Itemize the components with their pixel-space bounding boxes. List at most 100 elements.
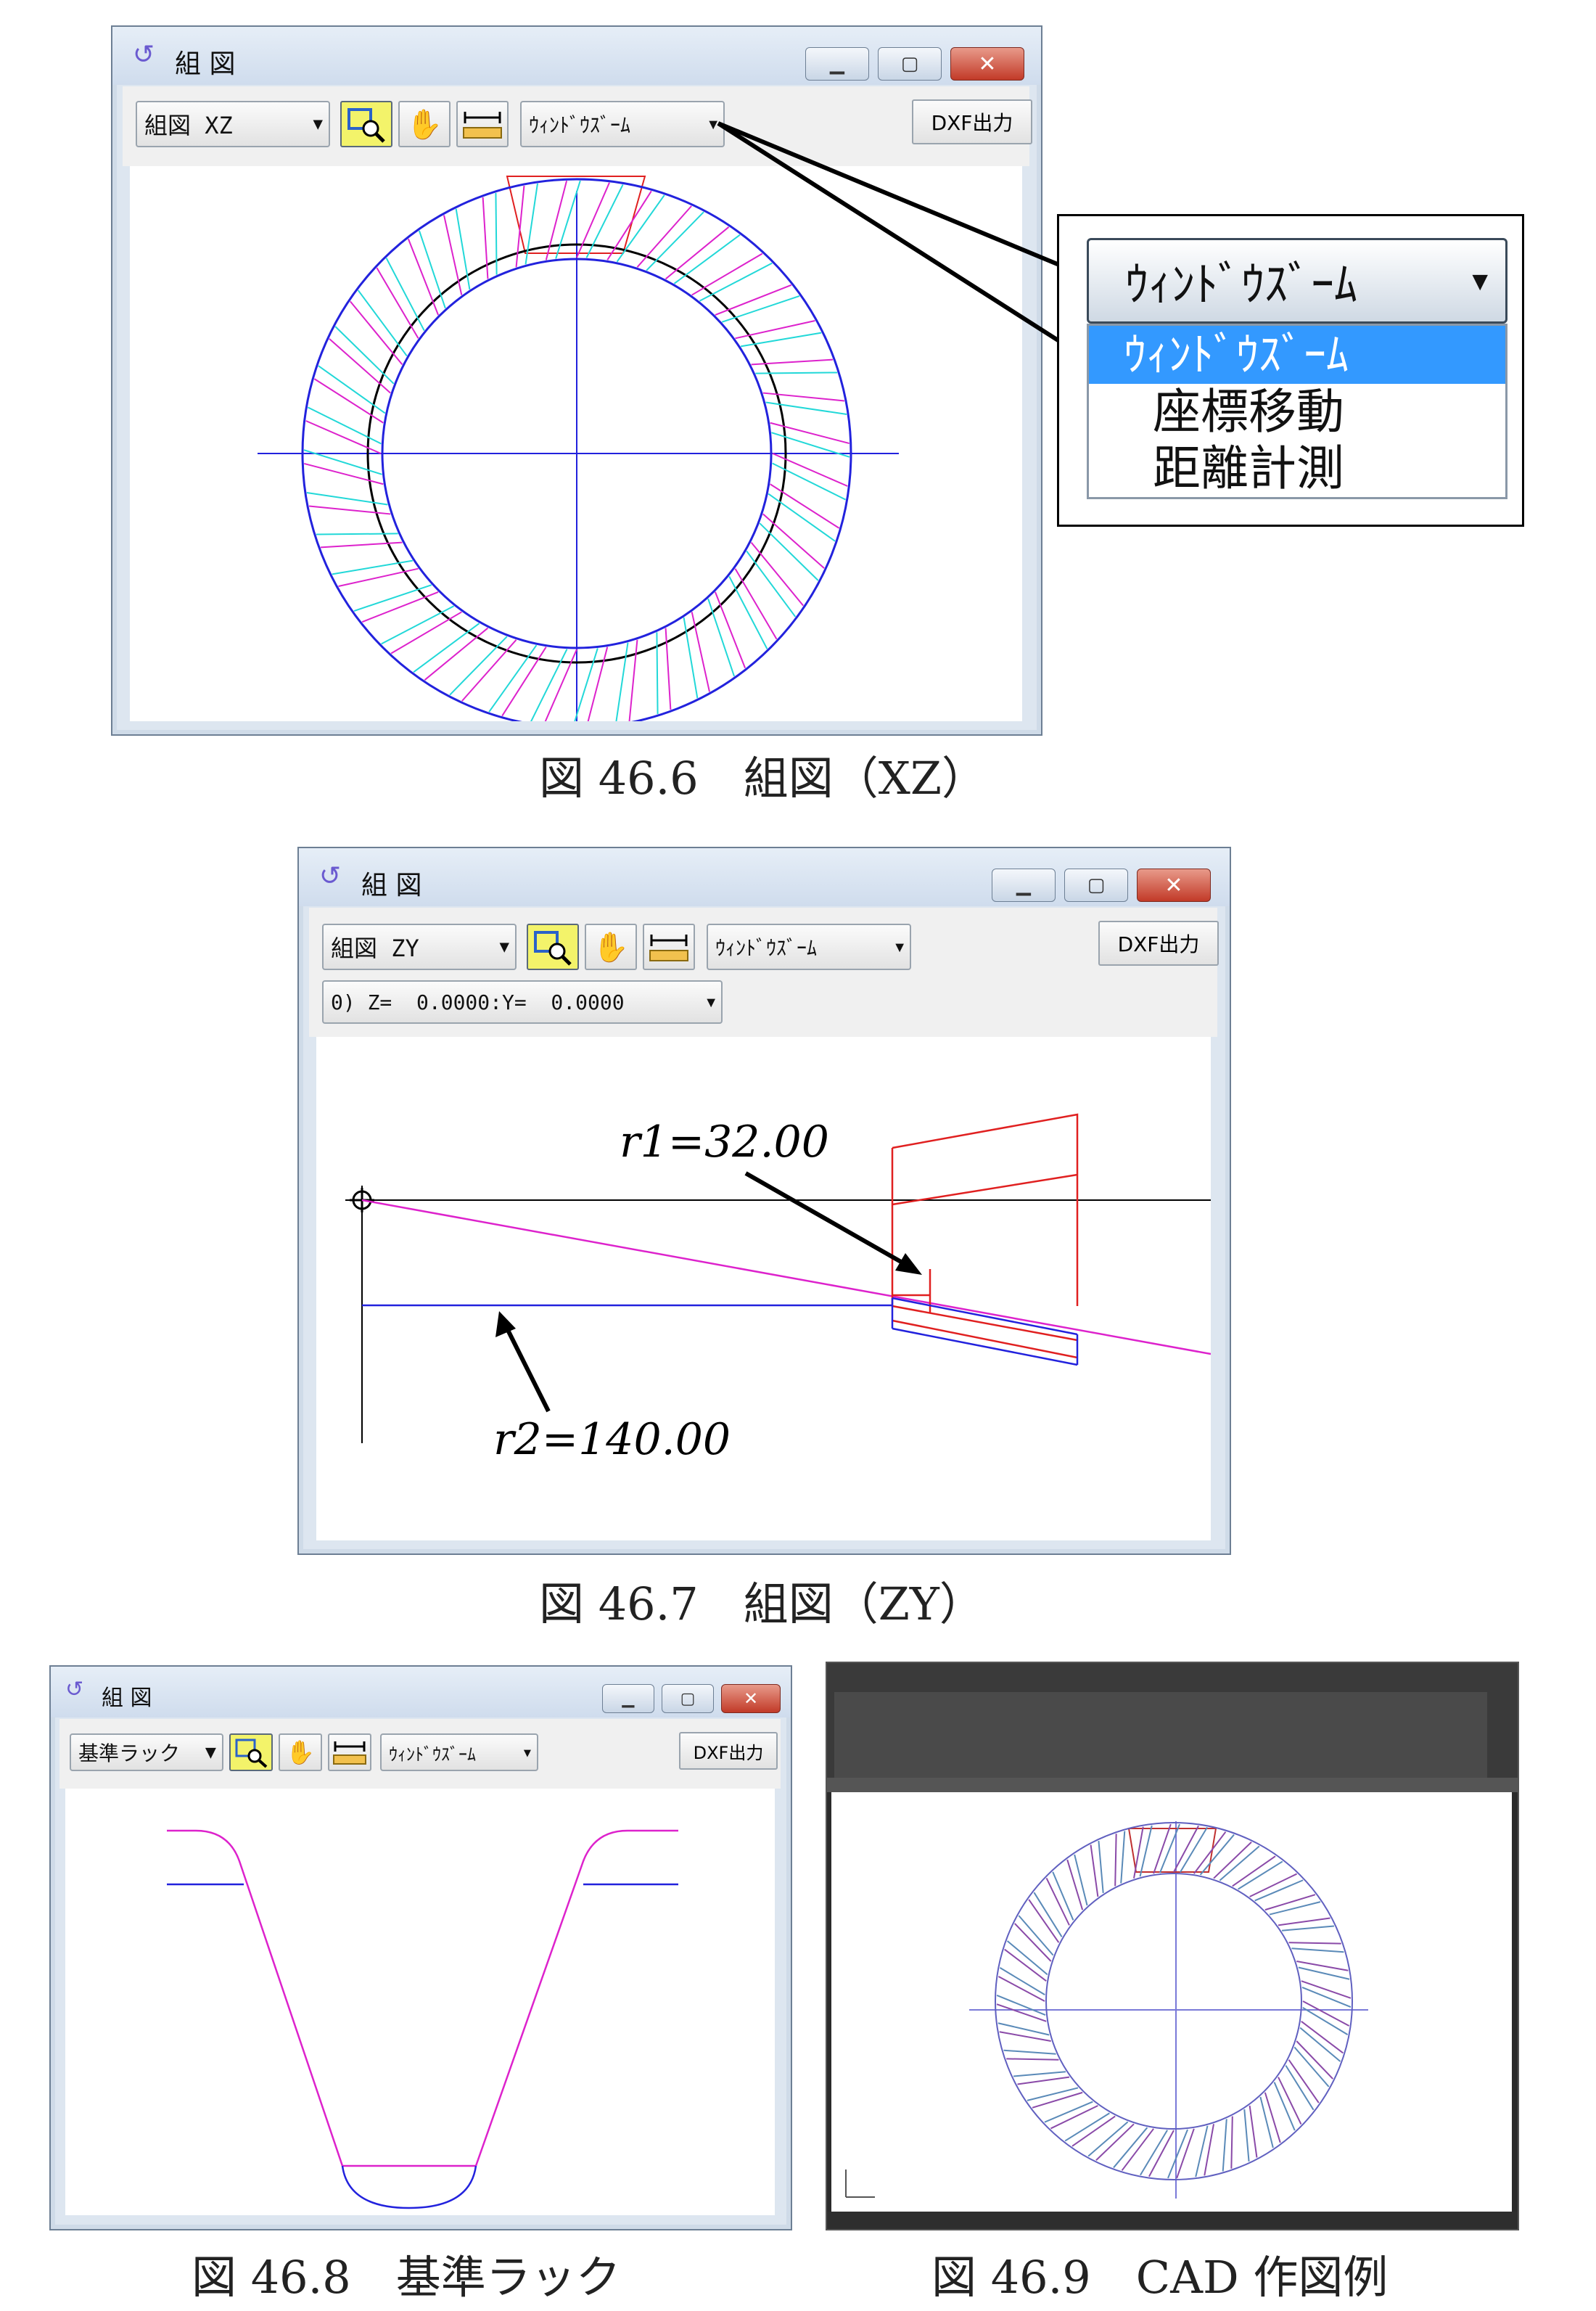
zoom-tool-button[interactable] bbox=[340, 101, 392, 147]
gear-tooth-line bbox=[1033, 1892, 1063, 1937]
gear-tooth-line bbox=[515, 185, 525, 268]
dxf-export-label: DXF出力 bbox=[931, 111, 1013, 135]
mode-select-expanded[interactable]: ｳｨﾝﾄﾞｳｽﾞｰﾑ ▼ bbox=[1087, 238, 1507, 324]
hand-icon: ✋ bbox=[406, 107, 443, 141]
title-bar: ↺ 組 図 ▁ ▢ ✕ bbox=[112, 27, 1041, 85]
maximize-button[interactable]: ▢ bbox=[878, 47, 942, 81]
gear-tooth-line bbox=[715, 284, 792, 316]
view-select[interactable]: 組図 ZY ▼ bbox=[322, 924, 517, 970]
figure-caption-46-6: 図 46.6 組図（XZ） bbox=[539, 752, 987, 805]
pitch-cone-line bbox=[361, 1199, 1211, 1355]
gear-tooth-line bbox=[628, 639, 638, 721]
gear-tooth-line bbox=[1296, 2040, 1333, 2080]
maximize-button[interactable]: ▢ bbox=[1064, 869, 1128, 902]
coordinate-select[interactable]: 0) Z= 0.0000:Y= 0.0000 ▼ bbox=[322, 980, 723, 1024]
gear-tooth-line bbox=[1243, 2109, 1250, 2162]
measure-tool-button[interactable] bbox=[456, 101, 509, 147]
gear-tooth-line bbox=[413, 623, 480, 673]
gear-tooth-line bbox=[1293, 2046, 1330, 2088]
close-button[interactable]: ✕ bbox=[950, 47, 1024, 81]
gear-tooth-line bbox=[1074, 1854, 1088, 1906]
gear-tooth-line bbox=[461, 639, 517, 702]
drawing-canvas[interactable] bbox=[65, 1789, 775, 2215]
measure-tool-button[interactable] bbox=[643, 924, 695, 970]
gear-tooth-line bbox=[1249, 2105, 1258, 2158]
close-button[interactable]: ✕ bbox=[721, 1684, 781, 1713]
gear-tooth-line bbox=[407, 238, 440, 316]
gear-tooth-line bbox=[418, 230, 446, 309]
minimize-button[interactable]: ▁ bbox=[992, 869, 1056, 902]
gear-tooth-line bbox=[673, 234, 741, 284]
option-coordinate-move[interactable]: 座標移動 bbox=[1089, 384, 1505, 440]
figure-caption-46-9: 図 46.9 CAD 作図例 bbox=[931, 2251, 1389, 2304]
r2-leader-line bbox=[504, 1326, 551, 1413]
mode-select[interactable]: ｳｨﾝﾄﾞｳｽﾞｰﾑ ▼ bbox=[707, 924, 911, 970]
view-select[interactable]: 組図 XZ ▼ bbox=[136, 101, 330, 147]
mode-select-value: ｳｨﾝﾄﾞｳｽﾞｰﾑ bbox=[715, 936, 818, 960]
maximize-button[interactable]: ▢ bbox=[662, 1684, 714, 1713]
zoom-tool-button[interactable] bbox=[527, 924, 579, 970]
ruler-icon bbox=[463, 112, 502, 139]
figure-caption-46-7: 図 46.7 組図（ZY） bbox=[539, 1577, 984, 1630]
hand-icon: ✋ bbox=[286, 1739, 315, 1766]
mode-options-list: ｳｨﾝﾄﾞｳｽﾞｰﾑ 座標移動 距離計測 bbox=[1087, 324, 1507, 499]
gear-tooth-line bbox=[1006, 2058, 1059, 2061]
mode-select-value: ｳｨﾝﾄﾞｳｽﾞｰﾑ bbox=[529, 113, 631, 137]
pan-tool-button[interactable]: ✋ bbox=[398, 101, 451, 147]
gear-tooth-line bbox=[770, 422, 850, 445]
measure-tool-button[interactable] bbox=[328, 1733, 371, 1771]
gear-tooth-line bbox=[1064, 2112, 1110, 2142]
gear-tooth-line bbox=[424, 627, 489, 681]
gear-tooth-line bbox=[721, 295, 800, 323]
gear-section-outline bbox=[891, 1113, 1079, 1359]
cad-gear-drawing bbox=[845, 1821, 1368, 2199]
gear-tooth-line bbox=[1003, 2049, 1056, 2055]
mode-select[interactable]: ｳｨﾝﾄﾞｳｽﾞｰﾑ ▼ bbox=[380, 1733, 538, 1771]
cad-status-bar bbox=[827, 2212, 1518, 2229]
gear-tooth-line bbox=[1071, 2115, 1116, 2147]
minimize-button[interactable]: ▁ bbox=[602, 1684, 654, 1713]
gear-tooth-line bbox=[755, 372, 838, 374]
hand-icon: ✋ bbox=[593, 930, 629, 964]
pan-tool-button[interactable]: ✋ bbox=[585, 924, 637, 970]
gear-section-blue bbox=[891, 1297, 1079, 1366]
chevron-down-icon: ▼ bbox=[895, 938, 904, 956]
gear-tooth-line bbox=[1006, 1940, 1048, 1976]
gear-tooth-line bbox=[1004, 1948, 1047, 1982]
assembly-window-zy: ↺ 組 図 ▁ ▢ ✕ 組図 ZY ▼ ✋ ｳｨﾝﾄﾞｳｽﾞｰﾑ ▼ DXF出力… bbox=[297, 847, 1231, 1555]
option-distance-measure[interactable]: 距離計測 bbox=[1089, 440, 1505, 497]
gear-tooth-line bbox=[1291, 1947, 1344, 1953]
dxf-export-button[interactable]: DXF出力 bbox=[1098, 921, 1219, 966]
drawing-canvas[interactable]: r1=32.00 r2=140.00 bbox=[316, 1037, 1211, 1540]
toolbar: 組図 XZ ▼ ✋ ｳｨﾝﾄﾞｳｽﾞｰﾑ ▼ DXF出力 bbox=[123, 86, 1032, 166]
chevron-down-icon: ▼ bbox=[313, 115, 323, 134]
dxf-export-button[interactable]: DXF出力 bbox=[679, 1732, 778, 1770]
view-select[interactable]: 基準ラック ▼ bbox=[70, 1733, 223, 1771]
minimize-button[interactable]: ▁ bbox=[805, 47, 869, 81]
gear-tooth-line bbox=[334, 326, 395, 385]
mode-select-expanded-value: ｳｨﾝﾄﾞｳｽﾞｰﾑ bbox=[1125, 258, 1357, 312]
window-title: 組 図 bbox=[102, 1686, 152, 1711]
zoom-tool-button[interactable] bbox=[229, 1733, 273, 1771]
gear-tooth-line bbox=[316, 533, 398, 535]
close-button[interactable]: ✕ bbox=[1137, 869, 1211, 902]
gear-zy-drawing bbox=[345, 1113, 1211, 1443]
gear-tooth-line bbox=[615, 642, 629, 721]
gear-tooth-line bbox=[1095, 2123, 1135, 2161]
gear-tooth-line bbox=[616, 194, 665, 263]
window-title: 組 図 bbox=[361, 871, 422, 900]
drawing-canvas[interactable] bbox=[130, 166, 1022, 721]
window-title: 組 図 bbox=[175, 49, 236, 79]
mode-select[interactable]: ｳｨﾝﾄﾞｳｽﾞｰﾑ ▼ bbox=[520, 101, 725, 147]
gear-xz-drawing bbox=[258, 176, 899, 721]
dxf-export-button[interactable]: DXF出力 bbox=[912, 99, 1032, 144]
chevron-down-icon: ▼ bbox=[1472, 266, 1488, 296]
gear-tooth-line bbox=[1299, 2027, 1341, 2062]
gear-tooth-line bbox=[1114, 1834, 1117, 1887]
gear-tooth-line bbox=[329, 338, 391, 394]
gear-tooth-line bbox=[1199, 1834, 1235, 1876]
coordinate-select-value: 0) Z= 0.0000:Y= 0.0000 bbox=[331, 990, 625, 1014]
option-window-zoom[interactable]: ｳｨﾝﾄﾞｳｽﾞｰﾑ bbox=[1089, 326, 1505, 384]
chevron-down-icon: ▼ bbox=[707, 993, 715, 1011]
pan-tool-button[interactable]: ✋ bbox=[279, 1733, 322, 1771]
